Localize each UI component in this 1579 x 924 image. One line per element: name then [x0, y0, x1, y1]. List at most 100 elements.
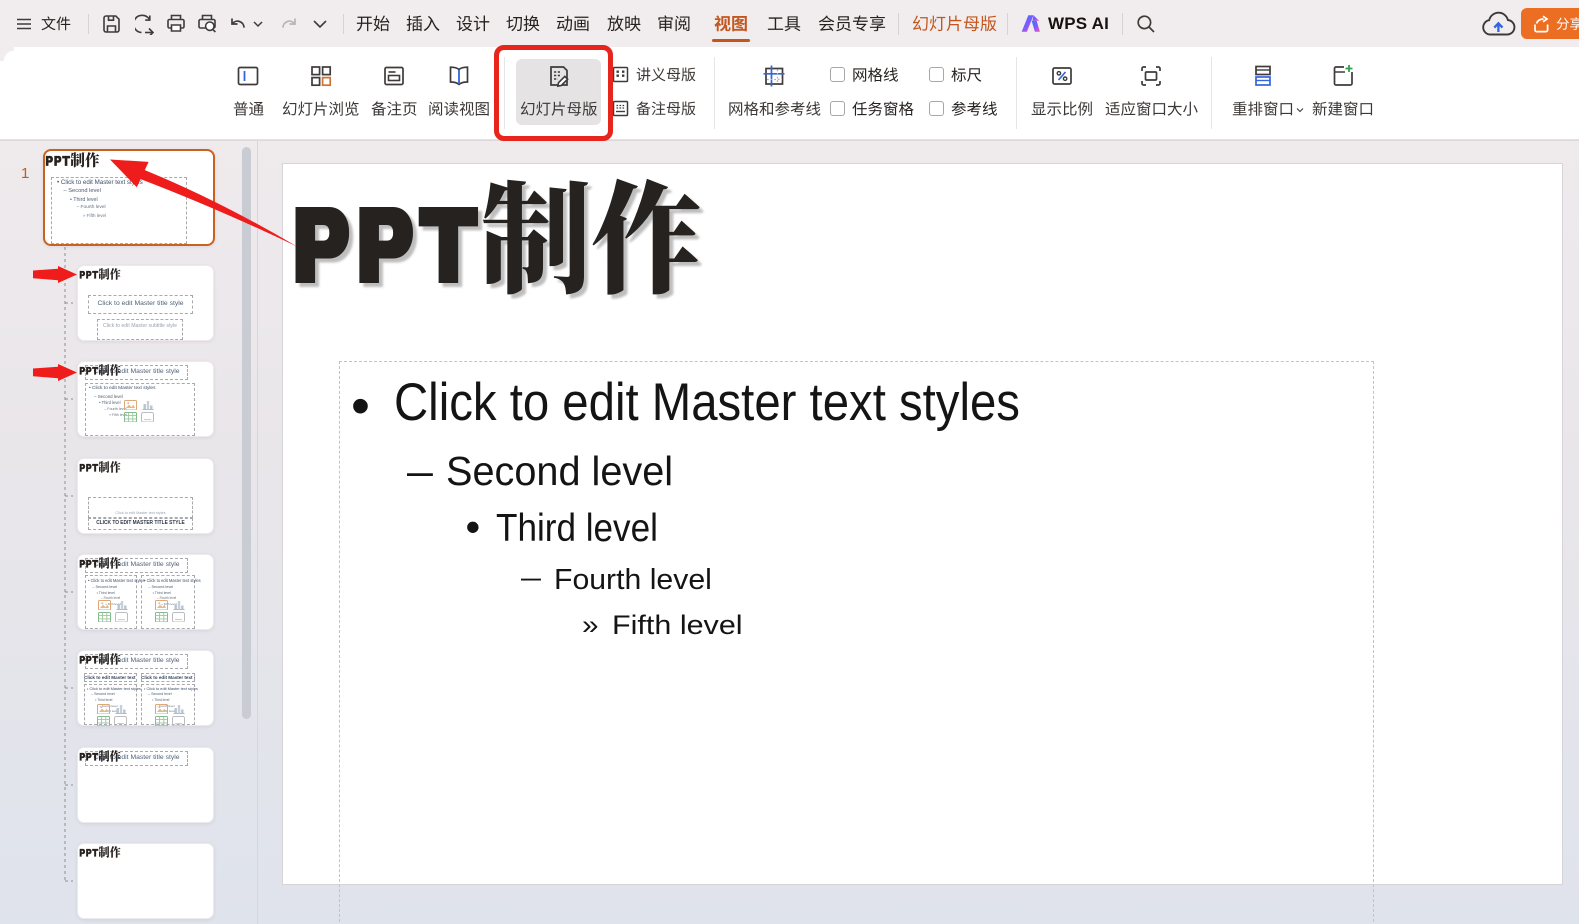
notes-master-button[interactable]: [612, 100, 696, 117]
view-notes-page[interactable]: [369, 56, 419, 128]
menu-animations[interactable]: [556, 0, 590, 47]
checkbox-grid-lines[interactable]: [830, 67, 899, 83]
checkbox-ruler-box[interactable]: [929, 67, 944, 82]
fit-window-icon: [1139, 64, 1163, 88]
save-button[interactable]: [98, 0, 126, 47]
cloud-upload-button[interactable]: [1479, 0, 1517, 47]
menu-design[interactable]: [456, 0, 490, 47]
placeholder-chart-icon: [114, 703, 127, 714]
placeholder-chart-icon: [115, 599, 128, 610]
thumb-layout-title: [79, 461, 121, 473]
checkbox-grid-lines-box[interactable]: [830, 67, 845, 82]
grid-and-guides[interactable]: [734, 56, 814, 128]
fit-window[interactable]: [1105, 56, 1197, 128]
thumb-bullet-marker: »: [83, 213, 86, 218]
wps-ai-button[interactable]: WPS AI: [1018, 0, 1110, 47]
placeholder-chart-icon: [172, 599, 185, 610]
view-slide-sorter[interactable]: [282, 56, 360, 128]
ribbon-separator: [1211, 57, 1212, 129]
placeholder-image-icon: [97, 704, 110, 714]
placeholder-media-icon: [141, 412, 154, 422]
checkbox-guides-label: [951, 101, 998, 117]
bullet-marker: •: [351, 375, 370, 437]
comparison-header-right-text: Click to edit Master text styles: [141, 675, 195, 680]
more-commands-button[interactable]: [308, 0, 332, 47]
thumbnail-layout-title-and-content[interactable]: Click to edit Master title style• Click …: [77, 361, 214, 437]
menu-slideshow[interactable]: [607, 0, 641, 47]
checkbox-guides-box[interactable]: [929, 101, 944, 116]
thumbnail-master[interactable]: • Click to edit Master text styles– Seco…: [43, 149, 215, 246]
slide-editing-canvas[interactable]: • Click to edit Master text styles – Sec…: [258, 141, 1579, 924]
output-button[interactable]: [131, 0, 159, 47]
view-reading[interactable]: [430, 56, 488, 128]
thumbnail-layout-comparison[interactable]: Click to edit Master title styleClick to…: [77, 650, 214, 726]
thumb-bullet-marker: •: [57, 179, 59, 186]
view-normal[interactable]: [221, 56, 275, 128]
placeholder-image-icon: [124, 400, 137, 410]
panel-scrollbar[interactable]: [242, 147, 251, 719]
wps-ai-label: WPS AI: [1048, 14, 1109, 34]
thumb-bullet-line: • Click to edit Master text styles: [144, 578, 201, 583]
thumbnail-layout-two-content[interactable]: Click to edit Master title style• Click …: [77, 554, 214, 630]
thumbnail-layout-title-only[interactable]: Click to edit Master title style: [77, 747, 214, 823]
mode-slide-master-text: [912, 15, 997, 32]
menu-slideshow-label: [607, 15, 641, 32]
placeholder-table-icon: [155, 716, 168, 726]
placeholder-chart-icon: [141, 399, 154, 410]
checkbox-guides[interactable]: [929, 101, 998, 117]
thumbnail-layout-title-slide[interactable]: Click to edit Master title styleClick to…: [77, 265, 214, 341]
menu-home[interactable]: [356, 0, 390, 47]
thumb-bullet-marker: •: [99, 400, 100, 405]
menu-transitions[interactable]: [506, 0, 540, 47]
handout-master-button[interactable]: [612, 66, 696, 83]
share-label: [1556, 17, 1579, 31]
checkbox-task-pane-box[interactable]: [830, 101, 845, 116]
print-preview-button[interactable]: [193, 0, 221, 47]
menu-view-label: [714, 15, 748, 32]
menu-tools[interactable]: [767, 0, 801, 47]
view-normal-icon: [236, 64, 260, 88]
master-body-placeholder[interactable]: [339, 361, 1374, 924]
thumb-bullet-line: – Fourth level: [77, 205, 106, 210]
menu-premium[interactable]: [818, 0, 886, 47]
checkbox-grid-lines-label: [852, 67, 899, 83]
title-slide-subtitle-text: Click to edit Master subtitle style: [97, 323, 183, 329]
share-button[interactable]: [1521, 8, 1579, 39]
toolbar-separator: [343, 14, 344, 34]
search-button[interactable]: [1130, 0, 1160, 47]
thumb-bullet-line: – Second level: [91, 692, 115, 696]
undo-dropdown[interactable]: [251, 0, 265, 47]
menu-view[interactable]: [714, 0, 748, 47]
thumb-bullet-line: • Third level: [152, 698, 169, 702]
menu-home-label: [356, 15, 390, 32]
notes-master-label: [636, 101, 696, 116]
thumb-bullet-line: – Second level: [64, 188, 101, 194]
main-menu-button[interactable]: [10, 0, 38, 47]
zoom-ratio[interactable]: [1032, 56, 1092, 128]
new-window[interactable]: [1312, 56, 1374, 128]
redo-button[interactable]: [276, 0, 302, 47]
mode-slide-master-label[interactable]: [910, 0, 998, 47]
view-slide-master[interactable]: [516, 59, 601, 125]
undo-button[interactable]: [226, 0, 250, 47]
menu-insert[interactable]: [406, 0, 440, 47]
layout-4-title: [79, 557, 121, 569]
placeholder-chart-icon: [172, 703, 185, 714]
print-icon: [166, 13, 186, 34]
menu-tools-label: [767, 15, 801, 32]
thumb-bullet-text: Third level: [154, 698, 169, 702]
menu-review[interactable]: [657, 0, 691, 47]
file-menu-button[interactable]: [36, 0, 76, 47]
checkbox-ruler[interactable]: [929, 67, 982, 83]
checkbox-task-pane[interactable]: [830, 101, 914, 117]
undo-icon: [228, 14, 248, 33]
arrange-windows[interactable]: [1227, 56, 1299, 128]
slide-master-page[interactable]: • Click to edit Master text styles – Sec…: [283, 164, 1562, 884]
content-icons-left: [98, 599, 128, 622]
menu-separator: [1122, 13, 1123, 35]
thumbnail-layout-blank[interactable]: [77, 843, 214, 919]
thumb-bullet-line: – Second level: [94, 394, 123, 399]
bullet-text: Click to edit Master text styles: [394, 373, 1020, 434]
thumbnail-layout-section-header[interactable]: Click to edit Master text stylesCLICK TO…: [77, 458, 214, 534]
print-button[interactable]: [162, 0, 190, 47]
